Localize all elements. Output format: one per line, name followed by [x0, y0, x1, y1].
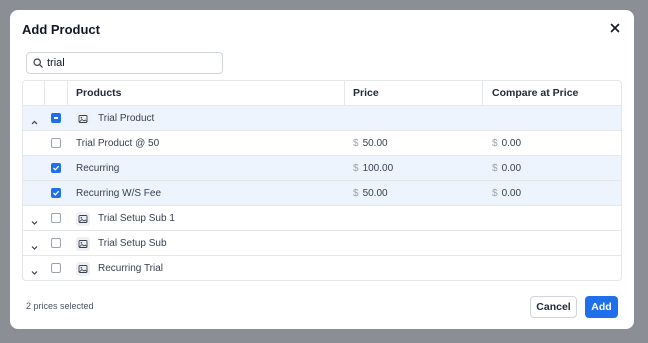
add-button[interactable]: Add: [585, 296, 618, 318]
compare-at-price-value: $0.00: [492, 187, 522, 199]
chevron-down-icon[interactable]: [30, 214, 39, 225]
chevron-down-icon[interactable]: [30, 264, 39, 275]
image-icon: [76, 262, 90, 276]
selection-count: 2 prices selected: [26, 301, 94, 311]
row-checkbox[interactable]: [51, 138, 61, 148]
close-icon[interactable]: [608, 21, 622, 35]
price-label: Recurring W/S Fee: [76, 187, 162, 199]
search-icon: [33, 58, 43, 68]
search-box: [26, 52, 223, 74]
price-label: Trial Product @ 50: [76, 137, 160, 149]
group-checkbox[interactable]: [51, 213, 61, 223]
column-header-compare-at-price: Compare at Price: [492, 87, 579, 99]
dialog-title: Add Product: [22, 22, 100, 37]
table-row-group-trial-product[interactable]: Trial Product: [23, 106, 621, 131]
table-row-price[interactable]: Recurring W/S Fee $50.00 $0.00: [23, 181, 621, 206]
image-icon: [76, 212, 90, 226]
compare-at-price-value: $0.00: [492, 162, 522, 174]
price-value: $100.00: [353, 162, 394, 174]
row-checkbox-checked[interactable]: [51, 163, 61, 173]
table-row-group[interactable]: Trial Setup Sub 1: [23, 206, 621, 231]
price-value: $50.00: [353, 137, 388, 149]
product-name: Trial Setup Sub: [98, 237, 167, 249]
column-header-price: Price: [353, 87, 379, 99]
search-input[interactable]: [47, 54, 217, 72]
price-label: Recurring: [76, 162, 120, 174]
chevron-up-icon[interactable]: [30, 114, 39, 125]
group-checkbox-partial[interactable]: [51, 113, 61, 123]
product-name: Trial Product: [98, 112, 155, 124]
chevron-down-icon[interactable]: [30, 239, 39, 250]
products-table: Products Price Compare at Price Trial Pr…: [22, 80, 622, 281]
table-header: Products Price Compare at Price: [23, 81, 621, 106]
image-icon: [76, 112, 90, 126]
group-checkbox[interactable]: [51, 263, 61, 273]
product-name: Trial Setup Sub 1: [98, 212, 175, 224]
table-row-group[interactable]: Recurring Trial: [23, 256, 621, 280]
group-checkbox[interactable]: [51, 238, 61, 248]
table-row-price[interactable]: Recurring $100.00 $0.00: [23, 156, 621, 181]
product-name: Recurring Trial: [98, 263, 164, 274]
price-value: $50.00: [353, 187, 388, 199]
row-checkbox-checked[interactable]: [51, 188, 61, 198]
cancel-button[interactable]: Cancel: [530, 296, 577, 318]
column-header-products: Products: [76, 87, 122, 99]
table-row-price[interactable]: Trial Product @ 50 $50.00 $0.00: [23, 131, 621, 156]
compare-at-price-value: $0.00: [492, 137, 522, 149]
table-row-group[interactable]: Trial Setup Sub: [23, 231, 621, 256]
add-product-dialog: Add Product Products Price Compare at Pr…: [10, 10, 634, 329]
image-icon: [76, 237, 90, 251]
